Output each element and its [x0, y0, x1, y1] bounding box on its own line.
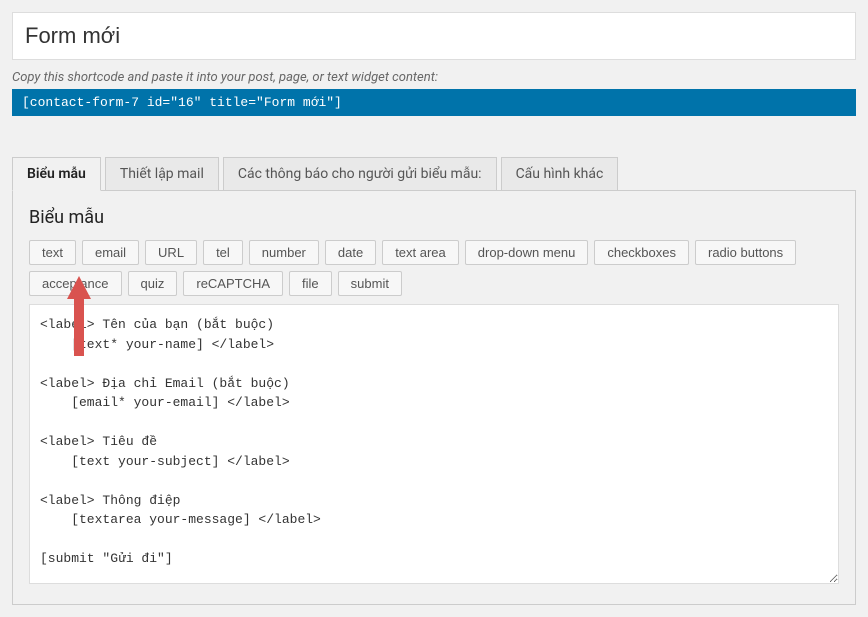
- tag-btn-quiz[interactable]: quiz: [128, 271, 178, 296]
- shortcode-hint: Copy this shortcode and paste it into yo…: [12, 70, 856, 85]
- tag-btn-radio-buttons[interactable]: radio buttons: [695, 240, 796, 265]
- tag-btn-text[interactable]: text: [29, 240, 76, 265]
- form-title-input[interactable]: [12, 12, 856, 60]
- tag-btn-recaptcha[interactable]: reCAPTCHA: [183, 271, 283, 296]
- tag-btn-file[interactable]: file: [289, 271, 332, 296]
- form-panel: Biểu mẫu textemailURLtelnumberdatetext a…: [12, 190, 856, 605]
- tag-btn-drop-down-menu[interactable]: drop-down menu: [465, 240, 589, 265]
- shortcode-display[interactable]: [contact-form-7 id="16" title="Form mới"…: [12, 89, 856, 116]
- tag-btn-checkboxes[interactable]: checkboxes: [594, 240, 689, 265]
- tab-0[interactable]: Biểu mẫu: [12, 157, 101, 191]
- tag-btn-submit[interactable]: submit: [338, 271, 402, 296]
- tag-btn-date[interactable]: date: [325, 240, 376, 265]
- form-content-textarea[interactable]: [29, 304, 839, 584]
- tag-btn-url[interactable]: URL: [145, 240, 197, 265]
- tab-1[interactable]: Thiết lập mail: [105, 157, 219, 191]
- tag-btn-acceptance[interactable]: acceptance: [29, 271, 122, 296]
- tab-3[interactable]: Cấu hình khác: [501, 157, 619, 191]
- tab-2[interactable]: Các thông báo cho người gửi biểu mẫu:: [223, 157, 497, 191]
- panel-title: Biểu mẫu: [29, 207, 839, 228]
- tab-bar: Biểu mẫuThiết lập mailCác thông báo cho …: [12, 157, 856, 191]
- tag-btn-number[interactable]: number: [249, 240, 319, 265]
- tag-btn-email[interactable]: email: [82, 240, 139, 265]
- tag-buttons-row: textemailURLtelnumberdatetext areadrop-d…: [29, 240, 839, 296]
- tag-btn-tel[interactable]: tel: [203, 240, 243, 265]
- tag-btn-text-area[interactable]: text area: [382, 240, 459, 265]
